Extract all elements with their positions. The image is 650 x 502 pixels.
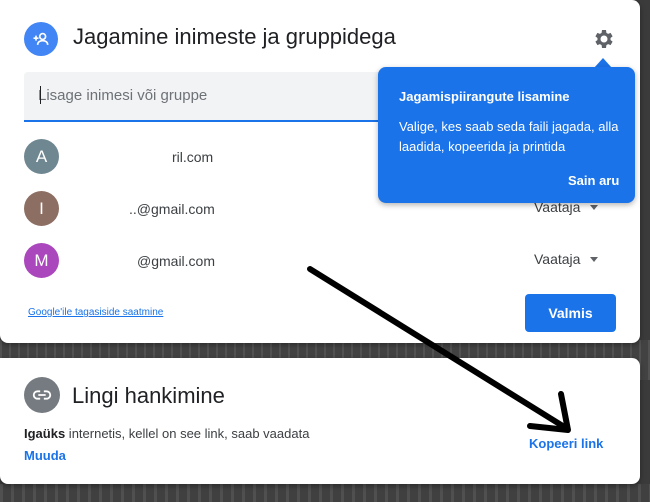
avatar: M [24, 243, 59, 278]
chevron-down-icon [590, 204, 599, 210]
person-email: ..@gmail.com [129, 201, 215, 217]
person-row-3: M @gmail.com Vaataja [24, 243, 624, 283]
avatar: A [24, 139, 59, 174]
gear-icon[interactable] [591, 26, 617, 52]
copy-link-button[interactable]: Kopeeri link [529, 436, 603, 451]
add-people-input[interactable] [38, 72, 368, 118]
person-email: ril.com [172, 149, 214, 165]
access-scope: Igaüks [24, 426, 66, 441]
person-email: @gmail.com [137, 253, 216, 269]
tooltip-body: Valige, kes saab seda faili jagada, alla… [399, 119, 619, 154]
access-detail: internetis, kellel on see link, saab vaa… [65, 426, 310, 441]
add-people-field[interactable] [24, 72, 384, 122]
get-link-card: Lingi hankimine Igaüks internetis, kelle… [0, 358, 640, 484]
role-dropdown[interactable]: Vaataja [534, 251, 599, 267]
share-dialog-title: Jagamine inimeste ja gruppidega [73, 24, 396, 49]
link-access-description: Igaüks internetis, kellel on see link, s… [24, 426, 309, 441]
text-cursor [40, 86, 41, 104]
role-label: Vaataja [534, 251, 581, 267]
link-icon [24, 377, 60, 413]
tooltip-title: Jagamispiirangute lisamine [399, 89, 570, 104]
got-it-button[interactable]: Sain aru [568, 173, 619, 188]
change-link-access[interactable]: Muuda [24, 448, 66, 463]
chevron-down-icon [590, 256, 599, 262]
get-link-title: Lingi hankimine [72, 383, 225, 408]
sharing-restrictions-tooltip: Jagamispiirangute lisamine Valige, kes s… [378, 67, 635, 203]
feedback-link[interactable]: Google'ile tagasiside saatmine [28, 307, 163, 318]
done-button[interactable]: Valmis [525, 294, 616, 332]
avatar: I [24, 191, 59, 226]
document-text-strip-bottom [0, 484, 650, 502]
person-add-icon [24, 22, 58, 56]
